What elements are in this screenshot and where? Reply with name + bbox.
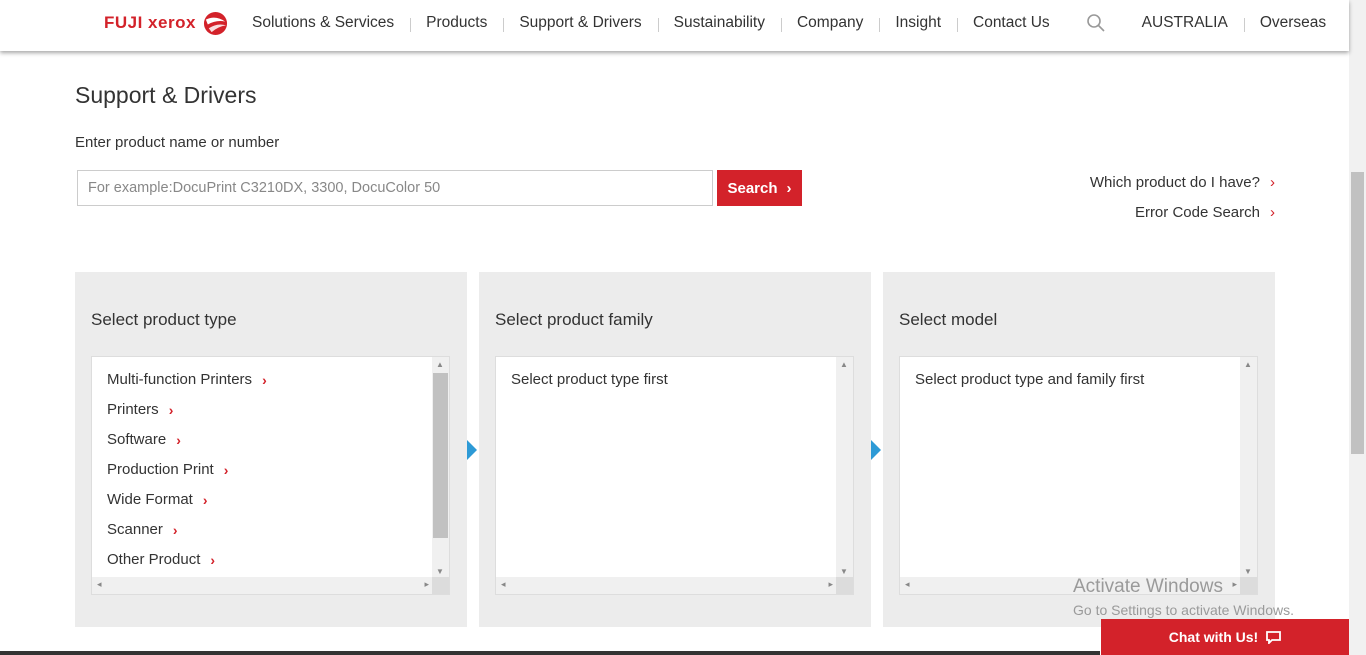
watermark-subtitle: Go to Settings to activate Windows. <box>1073 602 1294 618</box>
chevron-right-icon: › <box>172 522 178 538</box>
list-horizontal-scrollbar[interactable]: ◂ ▸ <box>92 577 434 594</box>
chevron-right-icon: › <box>786 179 792 197</box>
search-button[interactable]: Search › <box>717 170 802 206</box>
nav-contact-us[interactable]: Contact Us <box>957 14 1066 32</box>
product-type-label: Software <box>107 431 167 448</box>
logo-text: FUJI xerox <box>104 13 196 32</box>
product-type-item[interactable]: Software › <box>107 431 419 461</box>
product-type-list: Multi-function Printers › Printers › Softw… <box>92 357 434 579</box>
nav-region-australia[interactable]: AUSTRALIA <box>1126 14 1244 32</box>
product-type-label: Production Print <box>107 461 214 478</box>
chevron-right-icon: › <box>1270 204 1275 221</box>
logo-sphere-icon <box>203 11 227 35</box>
chevron-right-icon: › <box>210 552 216 568</box>
bottom-bar <box>0 651 1100 655</box>
nav-company[interactable]: Company <box>780 14 879 32</box>
site-header: FUJI xerox Solutions & Services Products… <box>0 0 1349 51</box>
list-horizontal-scrollbar[interactable]: ◂ ▸ <box>496 577 838 594</box>
arrow-right-icon <box>871 440 881 460</box>
activate-windows-watermark: Activate Windows Go to Settings to activ… <box>1073 576 1294 618</box>
error-code-label: Error Code Search <box>1134 204 1260 221</box>
chevron-right-icon: › <box>262 372 267 388</box>
scroll-left-icon[interactable]: ◂ <box>97 579 102 590</box>
search-button-label: Search <box>727 179 778 197</box>
scroll-up-icon[interactable]: ▲ <box>436 360 444 369</box>
nav-sustainability[interactable]: Sustainability <box>657 14 781 32</box>
scrollbar-thumb[interactable] <box>433 373 448 538</box>
chevron-right-icon: › <box>176 432 181 448</box>
product-type-item[interactable]: Scanner › <box>107 521 419 551</box>
which-product-link[interactable]: Which product do I have? › <box>1090 174 1275 191</box>
chat-with-us-button[interactable]: Chat with Us! <box>1101 619 1349 655</box>
model-panel: Select model Select product type and fam… <box>883 272 1275 627</box>
product-type-label: Other Product <box>107 551 201 568</box>
product-family-title: Select product family <box>495 310 653 329</box>
error-code-search-link[interactable]: Error Code Search › <box>1135 204 1275 221</box>
scroll-down-icon[interactable]: ▼ <box>840 567 848 576</box>
list-vertical-scrollbar[interactable]: ▲ ▼ <box>1240 357 1257 579</box>
nav-solutions-services[interactable]: Solutions & Services <box>236 14 410 32</box>
product-type-item[interactable]: Multi-function Printers › <box>107 371 419 401</box>
scrollbar-corner <box>836 577 853 594</box>
chevron-right-icon: › <box>223 462 229 478</box>
nav-insight[interactable]: Insight <box>879 14 957 32</box>
page-scrollbar[interactable] <box>1349 0 1366 655</box>
nav-support-drivers[interactable]: Support & Drivers <box>503 14 657 32</box>
search-label: Enter product name or number <box>75 134 280 151</box>
product-type-title: Select product type <box>91 310 237 329</box>
scroll-right-icon[interactable]: ▸ <box>828 579 833 590</box>
scrollbar-corner <box>432 577 449 594</box>
arrow-right-icon <box>467 440 477 460</box>
scroll-left-icon[interactable]: ◂ <box>501 579 506 590</box>
model-title: Select model <box>899 310 998 329</box>
list-vertical-scrollbar[interactable]: ▲ ▼ <box>836 357 853 579</box>
main-nav: Solutions & Services Products Support & … <box>236 0 1342 45</box>
chevron-right-icon: › <box>1270 174 1275 191</box>
nav-overseas[interactable]: Overseas <box>1243 14 1342 32</box>
product-family-placeholder: Select product type first <box>511 371 668 388</box>
product-type-item[interactable]: Wide Format › <box>107 491 419 521</box>
which-product-label: Which product do I have? <box>1089 174 1260 191</box>
fuji-xerox-logo[interactable]: FUJI xerox <box>104 10 228 36</box>
page-scrollbar-thumb[interactable] <box>1351 172 1364 454</box>
chevron-right-icon: › <box>202 492 208 508</box>
product-type-label: Multi-function Printers <box>107 371 253 388</box>
search-icon[interactable] <box>1086 13 1106 33</box>
scroll-up-icon[interactable]: ▲ <box>840 360 848 369</box>
product-type-label: Scanner <box>107 521 163 538</box>
model-placeholder: Select product type and family first <box>915 371 1145 388</box>
product-search-input[interactable] <box>77 170 713 206</box>
chevron-right-icon: › <box>168 402 174 418</box>
list-vertical-scrollbar[interactable]: ▲ ▼ <box>432 357 449 579</box>
product-family-list-box: Select product type first ▲ ▼ ◂ ▸ <box>495 356 854 595</box>
scroll-up-icon[interactable]: ▲ <box>1244 360 1252 369</box>
product-type-item[interactable]: Other Product › <box>107 551 419 579</box>
scroll-right-icon[interactable]: ▸ <box>424 579 429 590</box>
chat-label: Chat with Us! <box>1168 629 1259 645</box>
scroll-left-icon[interactable]: ◂ <box>905 579 910 590</box>
page-title: Support & Drivers <box>75 82 257 108</box>
product-type-list-box: Multi-function Printers › Printers › Softw… <box>91 356 450 595</box>
product-family-panel: Select product family Select product typ… <box>479 272 871 627</box>
product-type-label: Wide Format <box>107 491 193 508</box>
model-list-box: Select product type and family first ▲ ▼… <box>899 356 1258 595</box>
product-type-panel: Select product type Multi-function Print… <box>75 272 467 627</box>
product-type-label: Printers <box>107 401 159 418</box>
product-family-list: Select product type first <box>496 357 838 579</box>
product-type-item[interactable]: Production Print › <box>107 461 419 491</box>
model-list: Select product type and family first <box>900 357 1242 579</box>
product-type-item[interactable]: Printers › <box>107 401 419 431</box>
scroll-down-icon[interactable]: ▼ <box>436 567 444 576</box>
nav-products[interactable]: Products <box>410 14 503 32</box>
watermark-title: Activate Windows <box>1073 576 1223 597</box>
scroll-down-icon[interactable]: ▼ <box>1244 567 1252 576</box>
chat-bubble-icon <box>1266 630 1282 644</box>
